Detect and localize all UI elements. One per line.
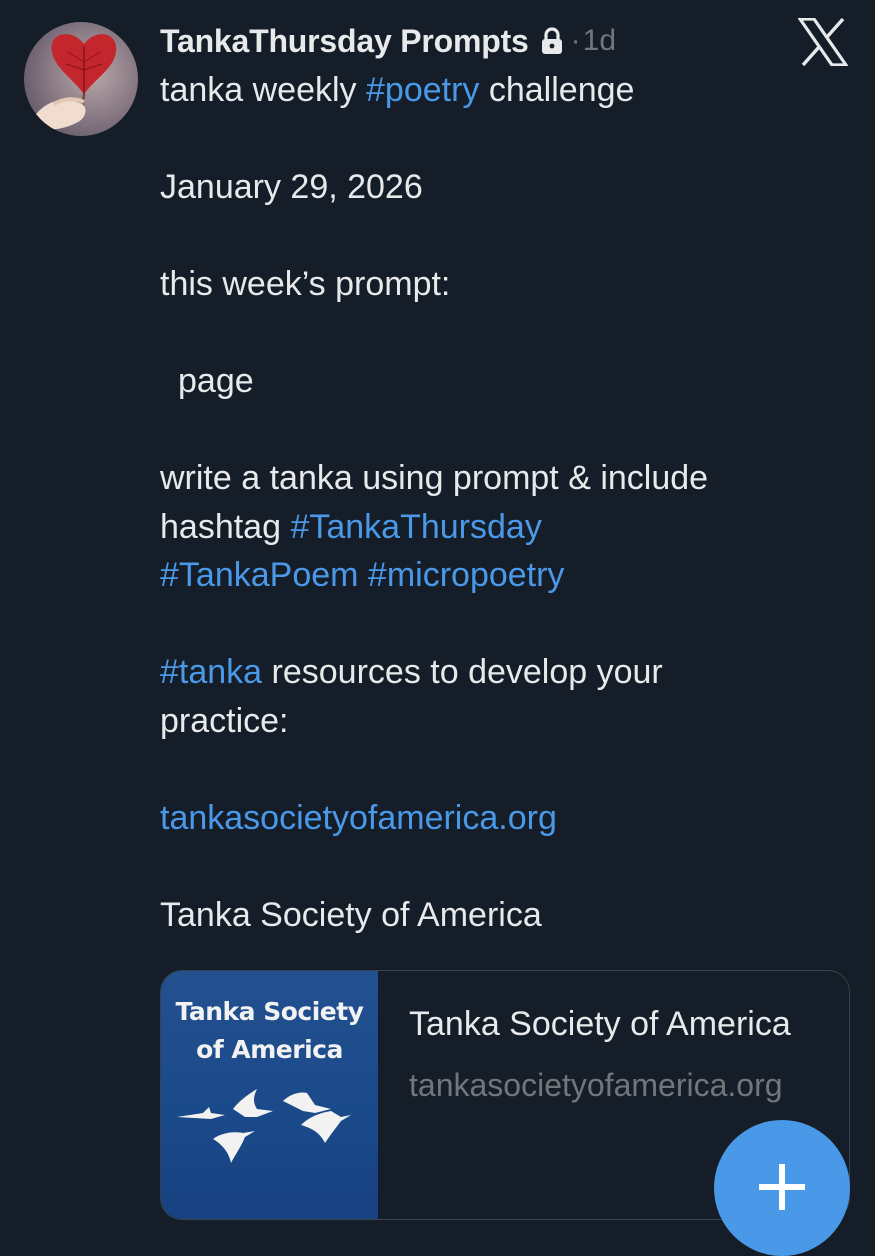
thumbnail-title: Tanka Society of America — [161, 993, 378, 1069]
resources-line-2: practice: — [160, 701, 289, 740]
flying-birds-image — [177, 1089, 351, 1163]
author-avatar[interactable] — [24, 22, 138, 136]
instruction-line: write a tanka using prompt & include — [160, 459, 709, 497]
lock-icon — [541, 27, 563, 55]
x-logo-icon[interactable] — [796, 17, 850, 67]
text-span: resources to develop your — [262, 653, 663, 691]
link-card-domain: tankasocietyofamerica.org — [409, 1067, 783, 1103]
header-separator: · — [570, 24, 581, 57]
author-name[interactable]: TankaThursday Prompts — [160, 23, 529, 60]
avatar-heart-leaf-image — [34, 34, 117, 130]
link-card-text: Tanka Society of America tankasocietyofa… — [409, 1001, 829, 1104]
post-date: January 29, 2026 — [160, 168, 423, 206]
link-card-title: Tanka Society of America — [409, 1005, 791, 1043]
text-span: tanka weekly — [160, 71, 366, 109]
post-line: tankasocietyofamerica.org — [160, 794, 840, 843]
post-line: #tanka resources to develop your — [160, 648, 840, 697]
website-link[interactable]: tankasocietyofamerica.org — [160, 799, 557, 837]
hashtag-tanka[interactable]: #tanka — [160, 653, 262, 691]
hashtag-tankathursday[interactable]: #TankaThursday — [290, 508, 541, 546]
compose-button[interactable] — [714, 1120, 850, 1256]
plus-icon — [759, 1164, 805, 1210]
post-age[interactable]: 1d — [583, 24, 616, 58]
thumbnail-line-2: of America — [196, 1035, 343, 1064]
org-name-line: Tanka Society of America — [160, 895, 542, 934]
thumbnail-line-1: Tanka Society — [175, 997, 364, 1026]
text-span: challenge — [479, 71, 635, 109]
hashtag-tankapoem[interactable]: #TankaPoem — [160, 556, 358, 594]
hashtag-poetry[interactable]: #poetry — [366, 71, 479, 109]
post-line: tanka weekly #poetry challenge — [160, 66, 840, 115]
text-span: hashtag — [160, 507, 291, 546]
post-line: hashtag #TankaThursday — [160, 503, 840, 552]
link-card-thumbnail: Tanka Society of America — [161, 971, 378, 1219]
hashtag-micropoetry[interactable]: #micropoetry — [368, 556, 565, 594]
prompt-word: page — [178, 362, 254, 400]
post-text: tanka weekly #poetry challenge January 2… — [160, 66, 840, 939]
post-header: TankaThursday Prompts · 1d — [160, 20, 616, 62]
prompt-label: this week’s prompt: — [160, 265, 451, 303]
post-line: #TankaPoem #micropoetry — [160, 551, 840, 600]
